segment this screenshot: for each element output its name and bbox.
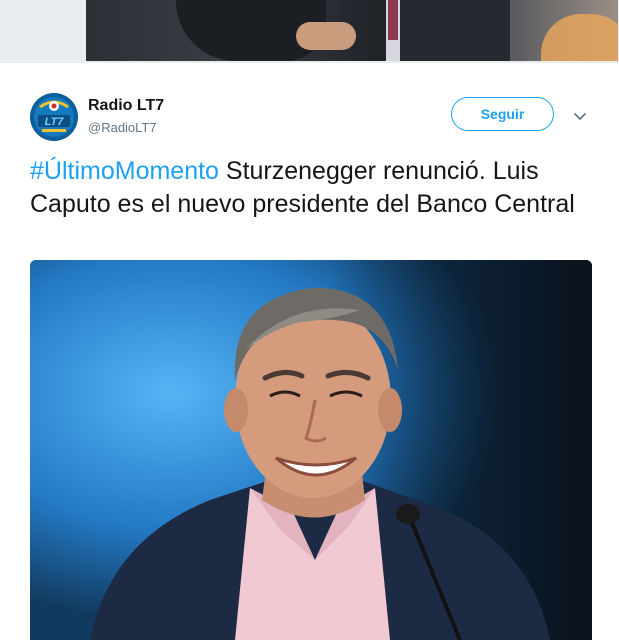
avatar[interactable]: LT7 [30, 93, 78, 141]
tweet-photo[interactable] [30, 260, 592, 640]
follow-button[interactable]: Seguir [451, 97, 554, 131]
tweet-text: #ÚltimoMomento Sturzenegger renunció. Lu… [30, 155, 605, 221]
user-handle[interactable]: @RadioLT7 [88, 120, 157, 135]
display-name[interactable]: Radio LT7 [88, 97, 164, 115]
chevron-down-icon[interactable] [572, 108, 588, 124]
hashtag-link[interactable]: #ÚltimoMomento [30, 157, 219, 185]
previous-tweet-photo[interactable] [86, 0, 618, 61]
tweet-page: LT7 Radio LT7 @RadioLT7 Seguir #ÚltimoMo… [0, 0, 619, 640]
radio-lt7-logo: LT7 [30, 93, 78, 141]
previous-tweet-media[interactable] [0, 0, 619, 63]
avatar-text: LT7 [45, 116, 65, 128]
portrait-image [30, 260, 592, 640]
